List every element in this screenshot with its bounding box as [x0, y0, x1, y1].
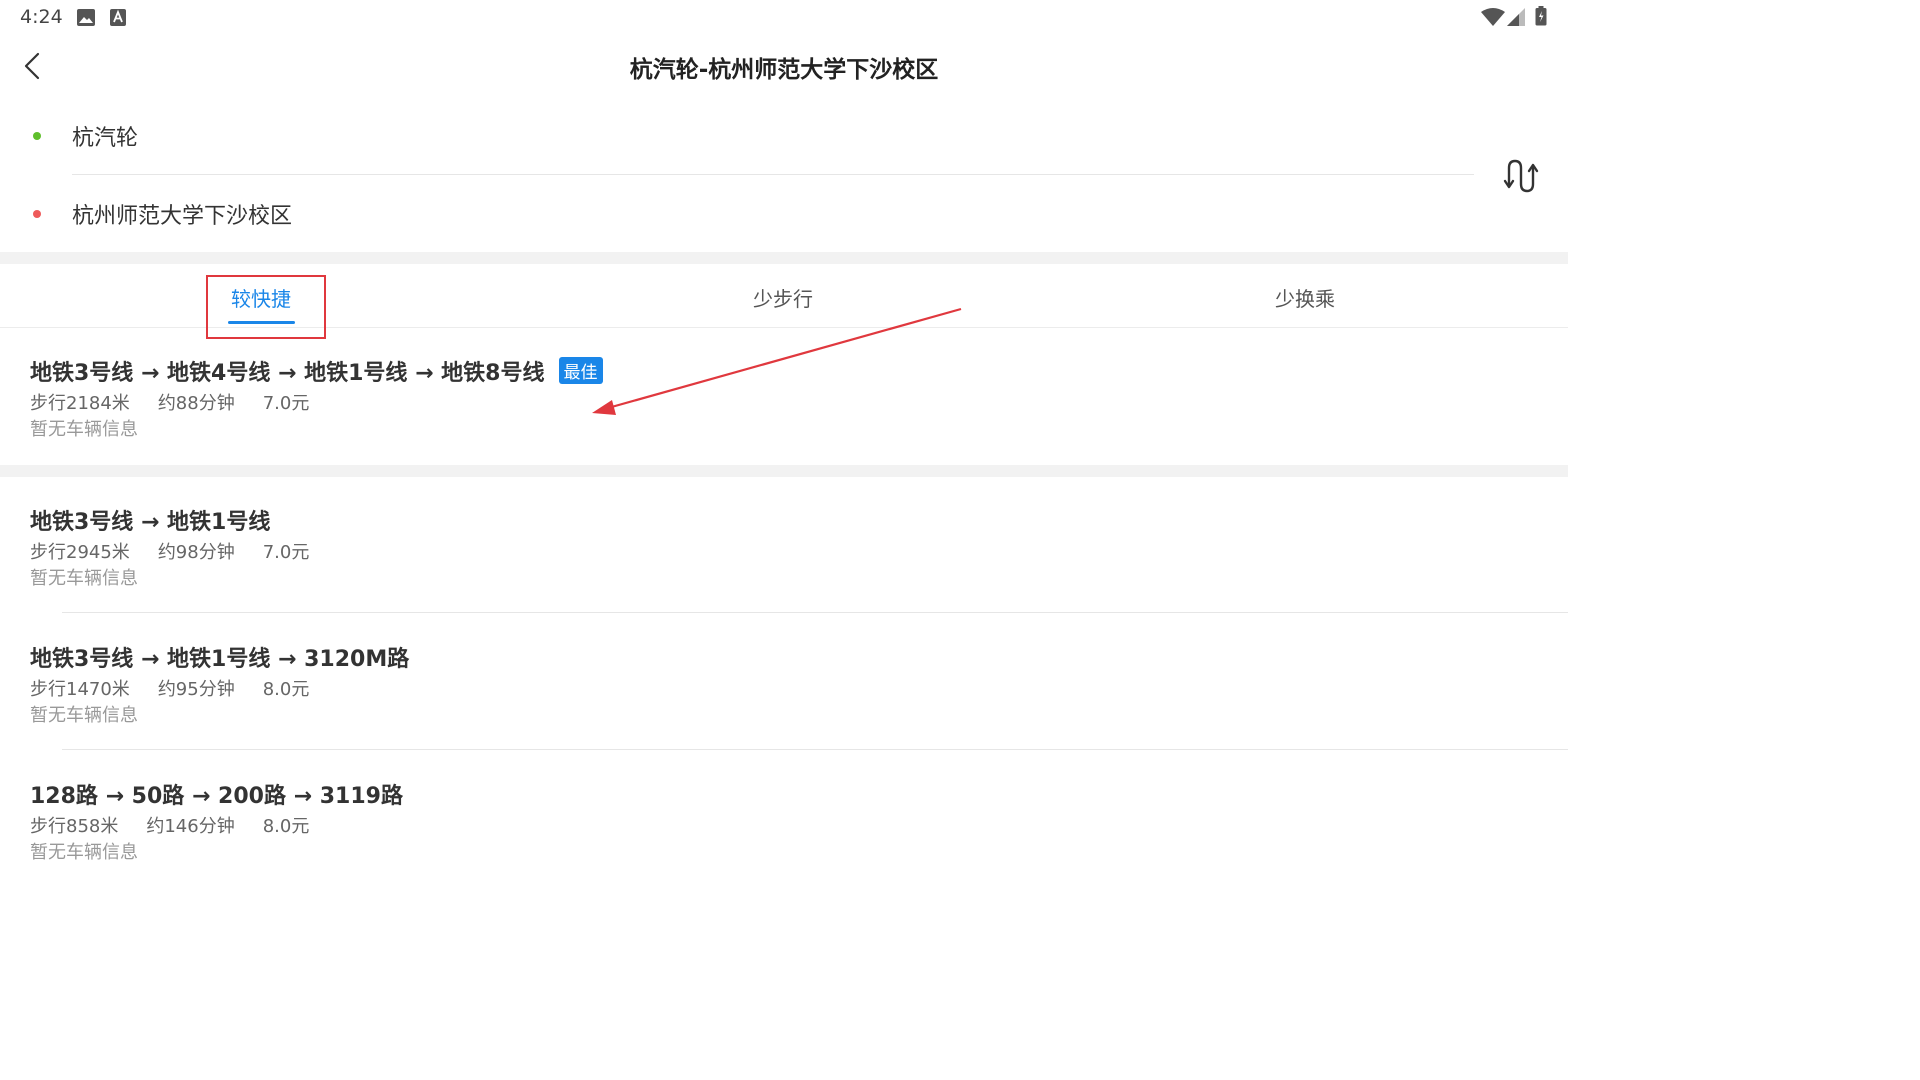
route-meta: 步行858米 约146分钟 8.0元: [30, 812, 309, 838]
route-item[interactable]: 128路 → 50路 → 200路 → 3119路 步行858米 约146分钟 8.…: [0, 778, 1568, 878]
status-time: 4:24: [20, 6, 63, 28]
route-meta: 步行1470米 约95分钟 8.0元: [30, 675, 309, 701]
swap-route-button[interactable]: [1500, 156, 1540, 196]
route-lines: 地铁3号线 → 地铁1号线: [30, 510, 271, 535]
route-duration: 约95分钟: [157, 679, 235, 700]
route-lines: 128路 → 50路 → 200路 → 3119路: [30, 784, 403, 809]
route-title: 地铁3号线 → 地铁1号线 → 3120M路: [30, 641, 409, 673]
section-gap: [0, 465, 1568, 477]
route-vehicle-note: 暂无车辆信息: [30, 568, 138, 589]
route-walk: 步行1470米: [30, 679, 130, 700]
status-bar: 4:24: [0, 0, 1568, 36]
route-vehicle-note: 暂无车辆信息: [30, 419, 138, 440]
wifi-icon: [1481, 8, 1505, 26]
a-box-icon: [110, 9, 126, 26]
route-price: 7.0元: [262, 542, 310, 563]
route-title: 地铁3号线 → 地铁4号线 → 地铁1号线 → 地铁8号线 最佳: [30, 355, 603, 387]
route-price: 8.0元: [262, 816, 310, 837]
swap-route-icon: [1503, 159, 1539, 193]
route-walk: 步行858米: [30, 816, 119, 837]
tab-label: 较快捷: [231, 287, 291, 311]
route-price: 7.0元: [262, 393, 310, 414]
image-icon: [77, 9, 95, 26]
top-bar: 杭汽轮-杭州师范大学下沙校区: [0, 36, 1568, 96]
route-tabs: 较快捷 少步行 少换乘: [0, 264, 1568, 328]
destination-row[interactable]: 杭州师范大学下沙校区: [0, 184, 1480, 244]
tab-faster[interactable]: 较快捷: [0, 264, 522, 327]
best-badge: 最佳: [558, 357, 603, 384]
row-divider: [62, 612, 1568, 613]
route-meta: 步行2184米 约88分钟 7.0元: [30, 389, 309, 415]
route-lines: 地铁3号线 → 地铁1号线 → 3120M路: [30, 647, 410, 672]
route-price: 8.0元: [262, 679, 310, 700]
place-divider: [72, 174, 1474, 175]
route-vehicle-note: 暂无车辆信息: [30, 705, 138, 726]
route-item[interactable]: 地铁3号线 → 地铁1号线 → 3120M路 步行1470米 约95分钟 8.0元 …: [0, 641, 1568, 741]
destination-dot-icon: [33, 210, 41, 218]
route-title: 地铁3号线 → 地铁1号线: [30, 504, 270, 536]
origin-label: 杭汽轮: [72, 126, 139, 151]
route-duration: 约146分钟: [146, 816, 235, 837]
route-lines: 地铁3号线 → 地铁4号线 → 地铁1号线 → 地铁8号线: [30, 361, 545, 386]
destination-label: 杭州师范大学下沙校区: [72, 204, 293, 229]
cell-signal-icon: [1507, 8, 1525, 26]
route-duration: 约98分钟: [157, 542, 235, 563]
section-gap: [0, 252, 1568, 264]
origin-dot-icon: [33, 132, 41, 140]
route-item[interactable]: 地铁3号线 → 地铁1号线 步行2945米 约98分钟 7.0元 暂无车辆信息: [0, 504, 1568, 604]
page-title: 杭汽轮-杭州师范大学下沙校区: [629, 57, 939, 83]
origin-row[interactable]: 杭汽轮: [0, 106, 1480, 166]
route-item[interactable]: 地铁3号线 → 地铁4号线 → 地铁1号线 → 地铁8号线 最佳 步行2184米 约…: [0, 355, 1568, 455]
battery-icon: [1535, 6, 1547, 26]
row-divider: [62, 749, 1568, 750]
tab-label: 少步行: [753, 287, 813, 311]
route-walk: 步行2184米: [30, 393, 130, 414]
route-vehicle-note: 暂无车辆信息: [30, 842, 138, 863]
route-duration: 约88分钟: [157, 393, 235, 414]
route-meta: 步行2945米 约98分钟 7.0元: [30, 538, 309, 564]
tab-label: 少换乘: [1275, 287, 1335, 311]
route-title: 128路 → 50路 → 200路 → 3119路: [30, 778, 403, 810]
active-tab-indicator: [228, 321, 295, 324]
tab-fewer-transfers[interactable]: 少换乘: [1044, 264, 1566, 327]
route-walk: 步行2945米: [30, 542, 130, 563]
tab-less-walking[interactable]: 少步行: [522, 264, 1044, 327]
